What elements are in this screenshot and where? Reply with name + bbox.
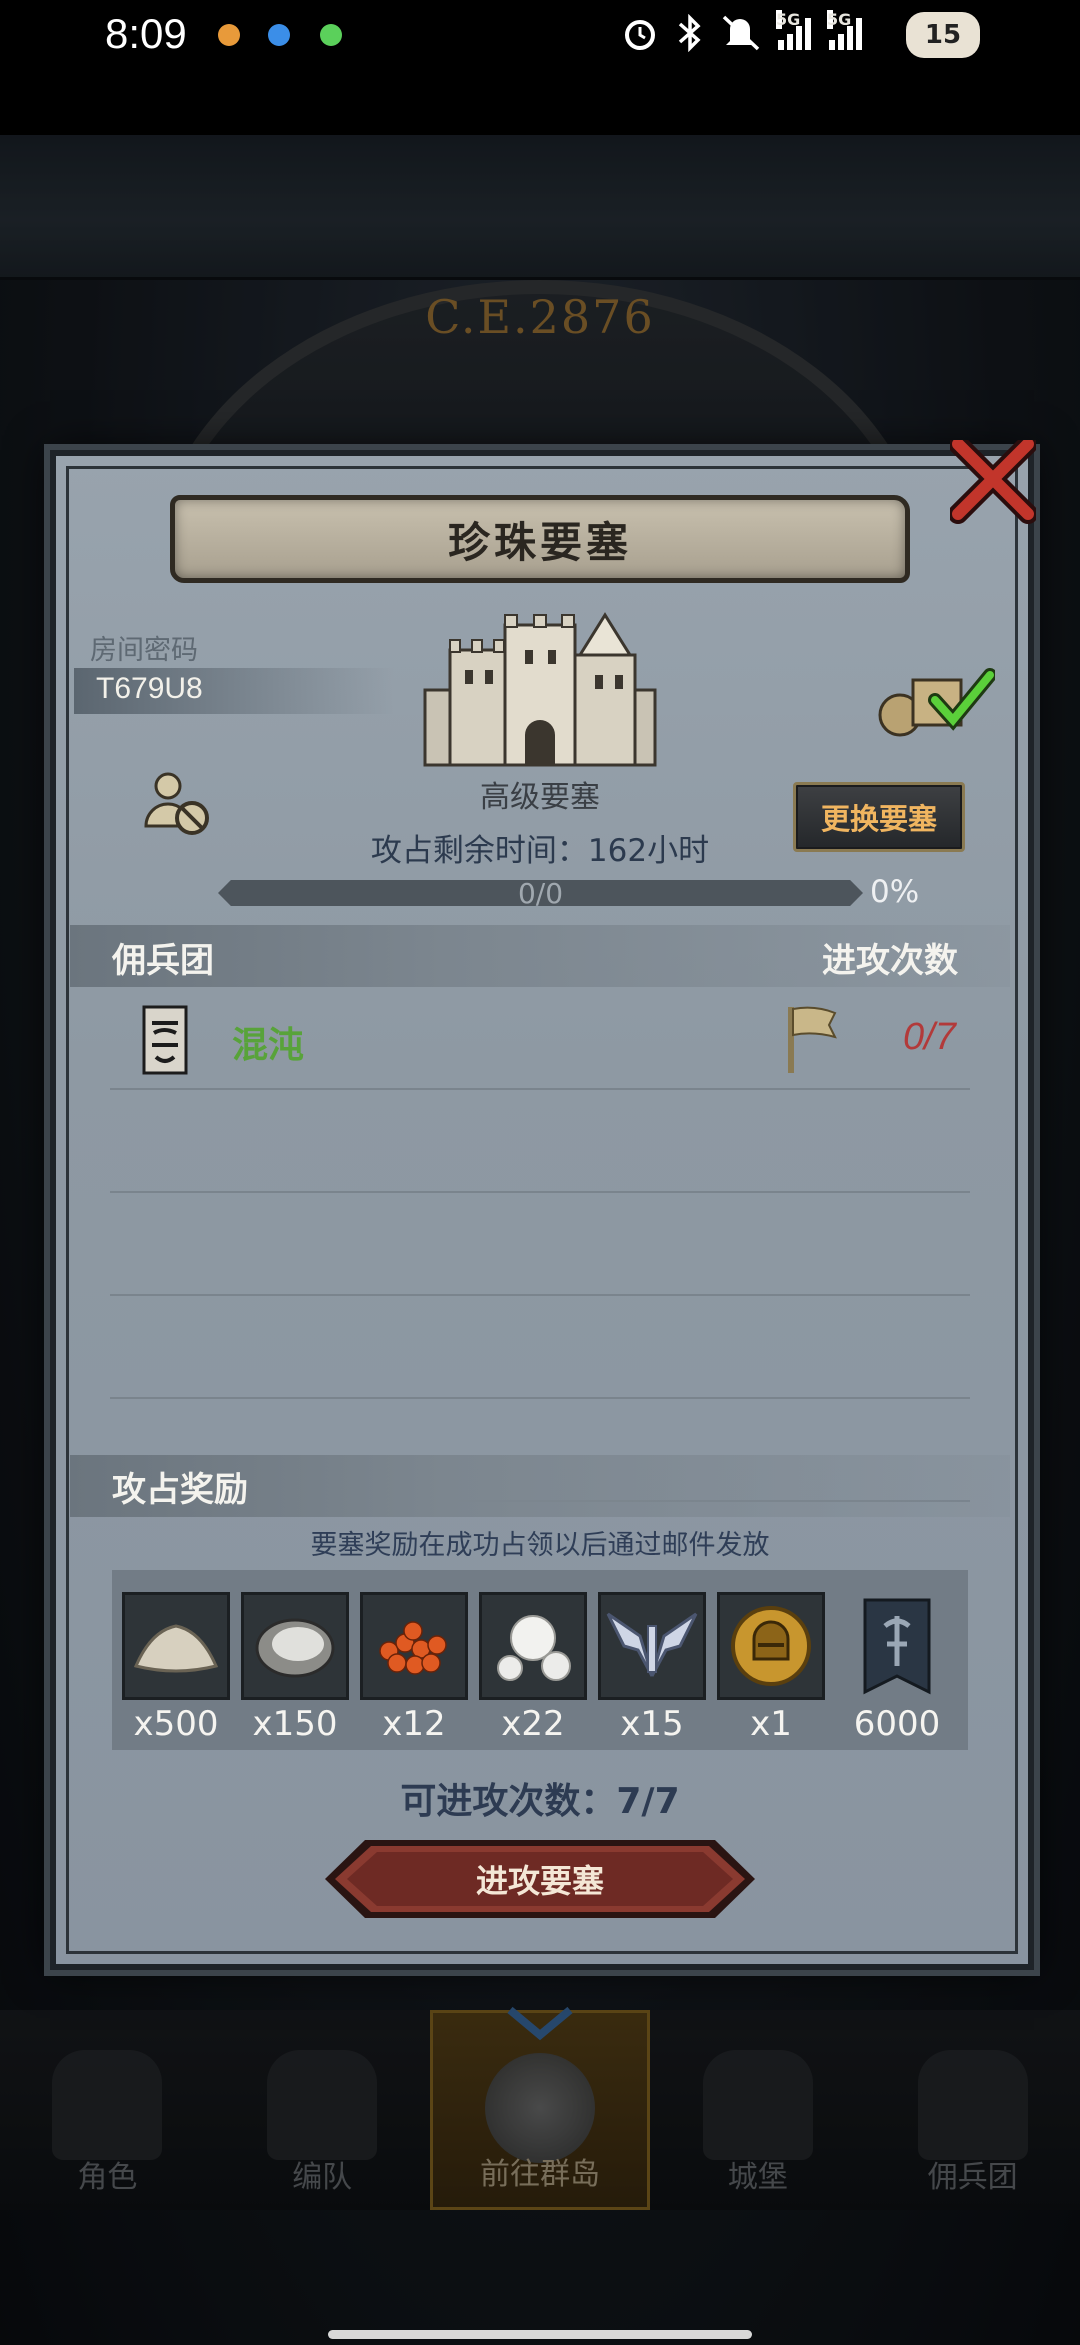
reward-item[interactable]: x15 bbox=[597, 1592, 707, 1744]
attack-fortress-label: 进攻要塞 bbox=[475, 1862, 604, 1900]
status-bar: 8:09 5G 5G 15 bbox=[0, 0, 1080, 135]
mercenary-emblem-icon bbox=[142, 1005, 188, 1075]
dialog-title-plate: 珍珠要塞 bbox=[170, 495, 910, 583]
oyster-icon bbox=[241, 1592, 349, 1700]
reward-item[interactable]: x12 bbox=[359, 1592, 469, 1744]
pearl-icon bbox=[479, 1592, 587, 1700]
mercenary-header: 佣兵团 bbox=[112, 941, 214, 981]
loot-collected-icon[interactable] bbox=[875, 660, 995, 740]
fortress-icon bbox=[423, 612, 657, 767]
alarm-icon bbox=[625, 20, 655, 50]
reward-item[interactable]: x22 bbox=[478, 1592, 588, 1744]
reward-item[interactable]: x500 bbox=[121, 1592, 231, 1744]
app-notification-icon bbox=[268, 24, 290, 46]
room-code: T679U8 bbox=[96, 672, 203, 705]
attack-count: 可进攻次数：7/7 bbox=[400, 1781, 680, 1822]
battery-icon: 15 bbox=[906, 12, 980, 58]
banner-icon bbox=[843, 1592, 951, 1700]
signal-icon: 5G bbox=[776, 10, 811, 50]
mercenary-name: 混沌 bbox=[232, 1025, 305, 1066]
wings-emblem-icon bbox=[598, 1592, 706, 1700]
dialog-title: 珍珠要塞 bbox=[447, 517, 632, 567]
empty-row bbox=[110, 1093, 970, 1193]
progress-percent: 0% bbox=[870, 874, 920, 910]
flour-icon bbox=[122, 1592, 230, 1700]
reward-item[interactable]: x150 bbox=[240, 1592, 350, 1744]
close-icon[interactable] bbox=[950, 440, 1036, 526]
reward-item[interactable]: 6000 bbox=[842, 1592, 952, 1744]
rewards-header: 攻占奖励 bbox=[112, 1470, 248, 1510]
status-icons: 5G 5G bbox=[622, 10, 862, 52]
status-time: 8:09 bbox=[105, 10, 187, 57]
helmet-coin-icon bbox=[717, 1592, 825, 1700]
attack-fortress-button[interactable]: 进攻要塞 bbox=[325, 1838, 755, 1920]
app-notification-icon bbox=[218, 24, 240, 46]
home-indicator[interactable] bbox=[328, 2330, 752, 2339]
mercenary-attack-count: 0/7 bbox=[903, 1016, 956, 1058]
attacks-header: 进攻次数 bbox=[822, 941, 958, 981]
roe-icon bbox=[360, 1592, 468, 1700]
empty-row bbox=[110, 1196, 970, 1296]
empty-row bbox=[110, 1299, 970, 1399]
app-notification-icon bbox=[320, 24, 342, 46]
flag-icon bbox=[788, 1006, 837, 1073]
reward-item[interactable]: x1 bbox=[716, 1592, 826, 1744]
room-code-label: 房间密码 bbox=[90, 635, 198, 666]
remaining-time: 攻占剩余时间：162小时 bbox=[370, 833, 710, 869]
bluetooth-icon bbox=[678, 14, 701, 52]
signal-icon: 5G bbox=[827, 10, 862, 50]
mute-icon bbox=[722, 15, 760, 51]
progress-text: 0/0 bbox=[517, 877, 564, 910]
reward-note: 要塞奖励在成功占领以后通过邮件发放 bbox=[310, 1530, 770, 1561]
